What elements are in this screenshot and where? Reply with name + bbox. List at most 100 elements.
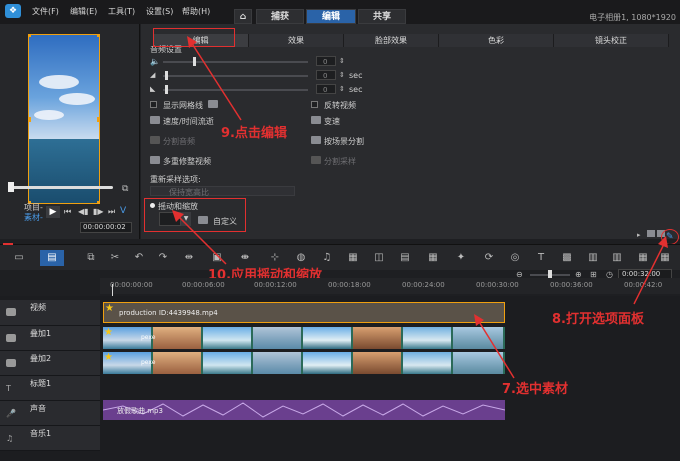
subtab-color[interactable]: 色彩 [439, 34, 554, 47]
loop-icon[interactable]: ⟳ [484, 253, 494, 263]
go-start-icon[interactable]: ⏮ [64, 207, 71, 217]
overlay-clip-label: pexe [141, 359, 156, 366]
menu-file[interactable]: 文件(F) [32, 6, 59, 17]
split-icon[interactable]: ⇼ [240, 253, 250, 263]
resize-handle[interactable] [29, 35, 31, 37]
scrubber-handle[interactable] [8, 182, 14, 192]
track-manager-icon[interactable]: ⧉ [86, 253, 96, 263]
scrubber-bar[interactable] [8, 186, 113, 189]
subtab-effect[interactable]: 效果 [249, 34, 344, 47]
grid-icon[interactable]: ▦ [428, 253, 438, 263]
show-grid-checkbox[interactable] [150, 101, 157, 108]
home-icon[interactable]: ⌂ [234, 9, 252, 24]
fade-out-icon: ◣ [150, 85, 156, 93]
app-logo-icon: ❖ [5, 4, 21, 18]
undo-icon[interactable]: ↶ [134, 253, 144, 263]
go-end-icon[interactable]: ⏭ [108, 207, 115, 217]
track-name: 音乐1 [30, 429, 52, 438]
fade-out-thumb[interactable] [165, 85, 168, 94]
snapshot-icon[interactable]: ⧉ [122, 184, 128, 194]
motion-icon[interactable]: ⊹ [270, 253, 280, 263]
resize-handle[interactable] [97, 201, 99, 203]
timeline-view-icon[interactable]: ▤ [40, 250, 64, 266]
audio-clip[interactable]: 放假歌曲.mp3 [103, 400, 505, 420]
zoom-slider-thumb[interactable] [548, 270, 552, 278]
menu-tools[interactable]: 工具(T) [108, 6, 135, 17]
layers-icon[interactable]: ▥ [588, 253, 598, 263]
tab-share[interactable]: 共享 [358, 9, 406, 24]
storyboard-view-icon[interactable]: ▭ [14, 253, 24, 263]
fade-in-sec-label: sec [349, 71, 363, 80]
track-header-overlay1[interactable]: 叠加1 [0, 326, 100, 351]
subtab-lens[interactable]: 镜头校正 [554, 34, 669, 47]
scene-split-icon[interactable] [311, 136, 321, 144]
preview-image[interactable] [28, 34, 100, 204]
fade-out-field[interactable]: 0 [316, 84, 336, 94]
resize-handle[interactable] [97, 117, 99, 122]
subtab-face-effect[interactable]: 脸部效果 [344, 34, 439, 47]
fade-out-stepper[interactable]: ⇕ [339, 85, 345, 93]
overlay2-clips[interactable]: ★ pexe [103, 352, 505, 374]
clip-label[interactable]: 素材- [24, 212, 43, 223]
text-icon[interactable]: ▤ [400, 253, 410, 263]
split-sampling-icon [311, 156, 321, 164]
title-icon[interactable]: T [536, 253, 546, 263]
overlay-track-icon [6, 334, 16, 342]
mask-icon[interactable]: ◫ [374, 253, 384, 263]
tab-edit[interactable]: 编辑 [306, 9, 356, 24]
play-button[interactable]: ▶ [46, 206, 60, 218]
next-frame-icon[interactable]: ▮▶ [93, 207, 104, 216]
effect-icon[interactable]: ◎ [510, 253, 520, 263]
menu-bar: ❖ 文件(F) 编辑(E) 工具(T) 设置(S) 帮助(H) ⌂ 捕获 编辑 … [0, 0, 680, 24]
annotation-line [3, 243, 13, 245]
prev-frame-icon[interactable]: ◀▮ [78, 207, 89, 216]
tab-capture[interactable]: 捕获 [256, 9, 304, 24]
track-header-overlay2[interactable]: 叠加2 [0, 351, 100, 376]
speed-change-label[interactable]: 变速 [324, 116, 340, 127]
video-clip[interactable]: ★ production ID:4439948.mp4 [103, 302, 505, 323]
ruler-tick: 00:00:30:00 [476, 281, 519, 289]
cut-icon[interactable]: ✂ [110, 253, 120, 263]
volume-icon[interactable]: V [120, 206, 126, 216]
image-icon[interactable]: ▩ [562, 253, 572, 263]
ruler-tick: 00:00:36:00 [550, 281, 593, 289]
pan-zoom-radio[interactable] [150, 203, 155, 208]
speaker-icon: 🔈 [150, 57, 160, 66]
music-track-icon: ♫ [6, 434, 14, 443]
ruler-tick: 00:00:00:00 [110, 281, 153, 289]
overlay1-clips[interactable]: ★ pexe [103, 327, 505, 349]
audio-icon[interactable]: ♫ [322, 253, 332, 263]
speed-icon[interactable] [150, 116, 160, 124]
track-header-music[interactable]: ♫ 音乐1 [0, 426, 100, 451]
ruler-tick: 00:00:12:00 [254, 281, 297, 289]
volume-stepper[interactable]: ⇕ [339, 57, 345, 65]
track-header-title[interactable]: T 标题1 [0, 376, 100, 401]
track-header-voice[interactable]: 🎤 声音 [0, 401, 100, 426]
ruler-tick: 00:00:18:00 [328, 281, 371, 289]
volume-value-field[interactable]: 0 [316, 56, 336, 66]
resample-dropdown[interactable]: 保持宽高比 [150, 186, 295, 197]
timeline-ruler[interactable]: 00:00:00:00 00:00:06:00 00:00:12:00 00:0… [100, 278, 680, 294]
fade-in-field[interactable]: 0 [316, 70, 336, 80]
scene-split-label[interactable]: 按场景分割 [324, 136, 364, 147]
menu-help[interactable]: 帮助(H) [182, 6, 210, 17]
menu-edit[interactable]: 编辑(E) [70, 6, 97, 17]
menu-settings[interactable]: 设置(S) [146, 6, 173, 17]
fade-in-icon: ◢ [150, 71, 156, 79]
redo-icon[interactable]: ↷ [158, 253, 168, 263]
color-icon[interactable]: ◍ [296, 253, 306, 263]
multi-trim-label[interactable]: 多重修整视频 [163, 156, 211, 167]
ruler-tick: 00:00:06:00 [182, 281, 225, 289]
magic-icon[interactable]: ✦ [456, 253, 466, 263]
reverse-video-checkbox[interactable] [311, 101, 318, 108]
multi-trim-icon[interactable] [150, 156, 160, 164]
resize-handle[interactable] [29, 117, 31, 122]
fade-in-thumb[interactable] [165, 71, 168, 80]
subtitle-icon[interactable]: ▦ [348, 253, 358, 263]
resize-handle[interactable] [97, 35, 99, 37]
fade-in-stepper[interactable]: ⇕ [339, 71, 345, 79]
track-header-video[interactable]: 视频 [0, 300, 100, 326]
speed-change-icon[interactable] [311, 116, 321, 124]
overlay-track-icon [6, 359, 16, 367]
timecode-display[interactable]: 00:00:00:02 [80, 222, 132, 233]
